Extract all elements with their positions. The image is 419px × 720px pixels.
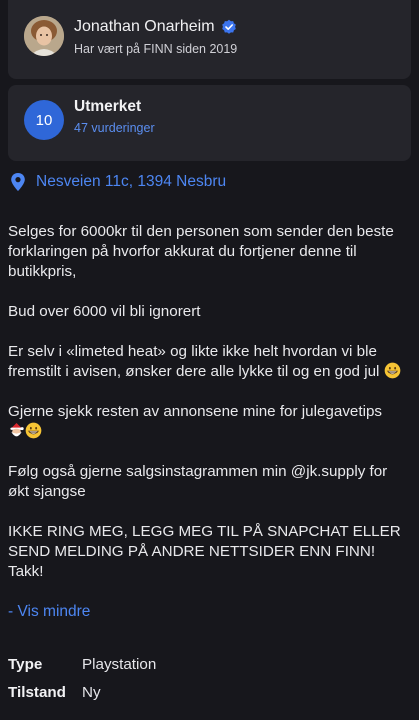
description-paragraph: Følg også gjerne salgsinstagrammen min @…: [8, 463, 388, 500]
spec-value: Playstation: [82, 656, 157, 673]
santa-claus-icon: [8, 422, 25, 439]
location-link[interactable]: Nesveien 11c, 1394 Nesbru: [9, 172, 226, 192]
description-paragraph: IKKE RING MEG, LEGG MEG TIL PÅ SNAPCHAT …: [8, 523, 401, 580]
rating-count-link[interactable]: 47 vurderinger: [74, 121, 155, 135]
grinning-face-icon: [384, 362, 401, 379]
grinning-face-icon: [25, 422, 42, 439]
description-paragraph: Bud over 6000 vil bli ignorert: [8, 303, 201, 320]
show-less-link[interactable]: - Vis mindre: [8, 603, 90, 621]
spec-key: Type: [8, 656, 43, 673]
location-pin-icon: [11, 173, 25, 191]
description: Selges for 6000kr til den personen som s…: [8, 222, 412, 602]
spec-value: Ny: [82, 684, 101, 701]
seller-card[interactable]: Jonathan Onarheim Har vært på FINN siden…: [8, 0, 411, 79]
rating-score-badge: 10: [24, 100, 64, 140]
member-since: Har vært på FINN siden 2019: [74, 42, 238, 56]
seller-avatar[interactable]: [24, 16, 64, 56]
spec-key: Tilstand: [8, 684, 66, 701]
rating-card[interactable]: 10 Utmerket 47 vurderinger: [8, 85, 411, 161]
address-text[interactable]: Nesveien 11c, 1394 Nesbru: [36, 173, 226, 191]
description-paragraph: Gjerne sjekk resten av annonsene mine fo…: [8, 402, 412, 442]
description-paragraph: Er selv i «limeted heat» og likte ikke h…: [8, 342, 412, 382]
seller-name[interactable]: Jonathan Onarheim: [74, 18, 215, 36]
description-paragraph: Selges for 6000kr til den personen som s…: [8, 223, 394, 280]
rating-title: Utmerket: [74, 98, 142, 115]
verified-check-icon: [221, 19, 237, 35]
